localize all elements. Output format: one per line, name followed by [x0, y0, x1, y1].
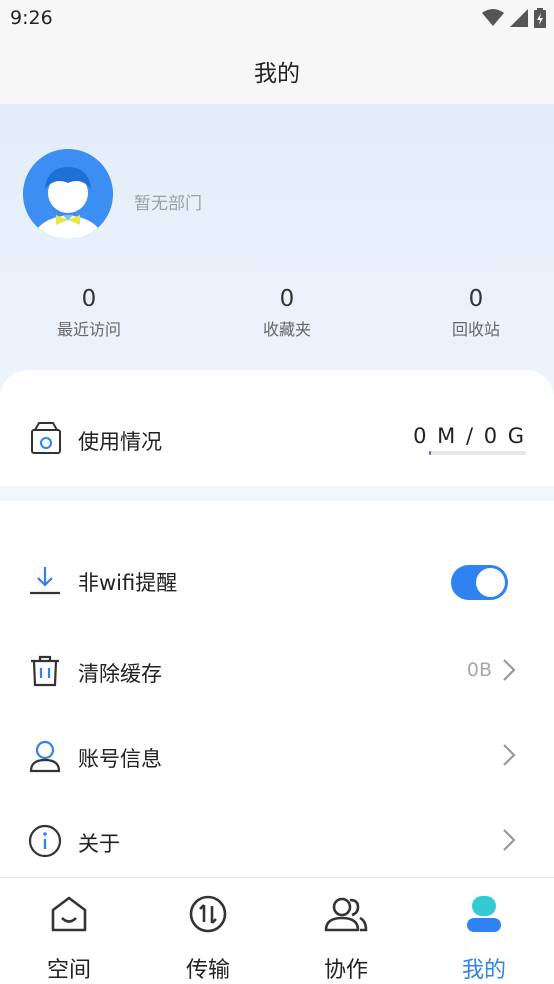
tab-collaboration[interactable]: 协作 [296, 892, 396, 984]
profile-header: 暂无部门 0 最近访问 0 收藏夹 0 回收站 [0, 104, 554, 404]
tab-transfer[interactable]: 传输 [158, 892, 258, 984]
chevron-right-icon [503, 744, 516, 766]
tab-mine[interactable]: 我的 [434, 892, 534, 984]
info-icon [28, 824, 62, 858]
battery-icon [534, 8, 546, 28]
collaboration-icon [324, 897, 368, 932]
avatar-illustration [23, 149, 113, 239]
tab-label: 协作 [323, 958, 368, 983]
stat-favorites[interactable]: 0 收藏夹 [232, 284, 342, 340]
toggle-knob [476, 568, 505, 597]
chevron-right-icon [503, 829, 516, 851]
profile-icon [467, 896, 501, 932]
section-divider [0, 486, 554, 501]
setting-row-clear-cache[interactable]: 清除缓存 0B [0, 640, 554, 700]
stat-value: 0 [468, 286, 484, 312]
home-icon [51, 896, 87, 932]
chevron-right-icon [503, 659, 516, 681]
stat-value: 0 [279, 286, 295, 312]
setting-label: 清除缓存 [78, 662, 162, 686]
usage-progress-fill [429, 451, 431, 455]
wifi-icon [482, 9, 504, 26]
stat-label: 回收站 [451, 320, 500, 339]
transfer-icon [189, 895, 227, 933]
tab-label: 传输 [185, 958, 230, 983]
download-icon [30, 567, 60, 595]
setting-label: 账号信息 [78, 747, 162, 771]
status-bar: 9:26 [0, 0, 554, 36]
user-icon [29, 740, 61, 773]
stat-label: 最近访问 [56, 320, 121, 339]
tab-label: 我的 [461, 958, 506, 983]
title-bar: 我的 [0, 36, 554, 104]
setting-row-wifi-reminder: 非wifi提醒 [0, 549, 554, 609]
usage-card[interactable]: 使用情况 0 M / 0 G [0, 370, 554, 486]
tab-label: 空间 [46, 958, 91, 983]
cache-size-value: 0B [466, 659, 492, 681]
setting-label: 关于 [78, 832, 120, 856]
setting-row-about[interactable]: 关于 [0, 810, 554, 870]
usage-value: 0 M / 0 G [413, 424, 526, 448]
usage-label: 使用情况 [78, 430, 162, 454]
avatar[interactable] [23, 149, 113, 239]
stat-recent-visits[interactable]: 0 最近访问 [34, 284, 144, 340]
setting-row-account-info[interactable]: 账号信息 [0, 725, 554, 785]
signal-icon [510, 9, 528, 27]
stat-recycle-bin[interactable]: 0 回收站 [421, 284, 531, 340]
tab-space[interactable]: 空间 [19, 892, 119, 984]
stat-value: 0 [81, 286, 97, 312]
trash-icon [31, 655, 59, 687]
setting-label: 非wifi提醒 [78, 571, 178, 595]
stat-label: 收藏夹 [262, 320, 311, 339]
department-label: 暂无部门 [134, 194, 202, 214]
status-time: 9:26 [10, 7, 53, 29]
status-icons [482, 8, 546, 28]
bottom-tab-bar: 空间 传输 协作 我的 [0, 877, 554, 984]
settings-list: 非wifi提醒 清除缓存 0B 账号信息 关于 [0, 501, 554, 877]
usage-progress-bar [429, 451, 526, 455]
page-title: 我的 [254, 61, 300, 87]
storage-box-icon [31, 422, 61, 454]
wifi-reminder-toggle[interactable] [451, 565, 508, 600]
